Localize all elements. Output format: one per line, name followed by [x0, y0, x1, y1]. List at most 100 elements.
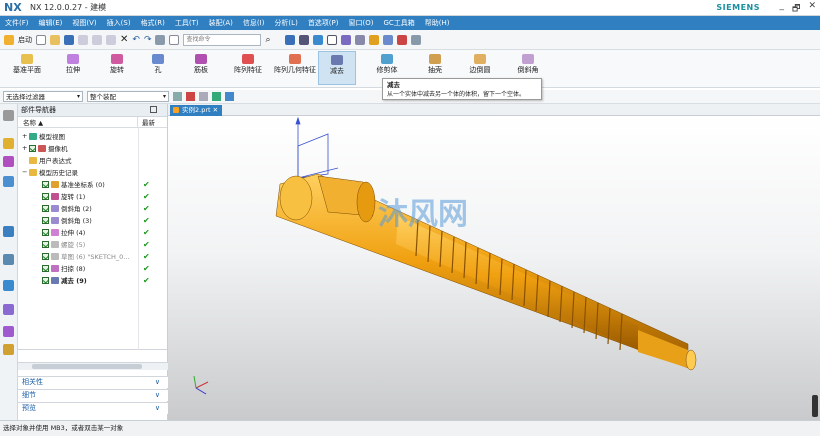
shaft-model: 沐风网 [193, 116, 697, 395]
process-studio-icon[interactable] [3, 326, 14, 337]
copy-icon[interactable] [92, 34, 102, 45]
cut-icon[interactable] [78, 34, 88, 45]
trim-body-button[interactable]: 修剪体 [370, 54, 404, 75]
roles-icon[interactable] [3, 344, 14, 355]
edge-blend-icon [474, 54, 486, 64]
viewport-side-handle[interactable] [812, 395, 818, 417]
menu-analysis[interactable]: 分析(L) [269, 18, 302, 28]
shaded-view-icon[interactable] [312, 34, 323, 45]
menu-preferences[interactable]: 首选项(P) [303, 18, 344, 28]
more-tools-icon[interactable] [410, 34, 421, 45]
dependencies-panel[interactable]: 相关性 [18, 376, 168, 388]
paste-icon[interactable] [106, 34, 116, 45]
menu-help[interactable]: 帮助(H) [420, 18, 455, 28]
status-bar: 选择对象并使用 MB3，或者双击某一对象 [0, 420, 820, 436]
navigator-header: 部件导航器 [18, 104, 167, 117]
start-icon[interactable] [4, 34, 14, 45]
navigator-tree: + 模型视图 + 摄像机 用户表达式 − 模型历史记录 基准坐标系 (0) ✔ 旋转 (… [18, 128, 167, 350]
constraint-navigator-icon[interactable] [3, 156, 14, 167]
render-style-icon[interactable] [298, 34, 309, 45]
menu-edit[interactable]: 编辑(E) [34, 18, 68, 28]
repeat-command-icon[interactable] [155, 34, 166, 45]
chamfer-button[interactable]: 倒斜角 [510, 54, 546, 75]
box-select-icon[interactable] [212, 92, 221, 101]
pattern-geometry-button[interactable]: 阵列几何特征 [274, 54, 316, 75]
tree-node-model-history[interactable]: − 模型历史记录 [22, 166, 170, 178]
system-materials-icon[interactable] [3, 304, 14, 315]
tree-node-user-expressions[interactable]: 用户表达式 [29, 154, 177, 166]
new-file-icon[interactable] [36, 34, 46, 45]
menu-file[interactable]: 文件(F) [0, 18, 34, 28]
tree-node-cameras[interactable]: + 摄像机 [22, 142, 170, 154]
tab-close-icon[interactable]: ✕ [213, 106, 218, 114]
column-latest-header[interactable]: 最新 [138, 117, 155, 127]
navigator-horizontal-scrollbar[interactable] [18, 362, 168, 370]
snap-point-icon[interactable] [186, 92, 195, 101]
start-button[interactable]: 启动 [18, 35, 32, 45]
menu-info[interactable]: 信息(I) [238, 18, 270, 28]
snap-icon[interactable] [382, 34, 393, 45]
save-icon[interactable] [64, 34, 74, 45]
menu-insert[interactable]: 插入(S) [102, 18, 136, 28]
search-icon[interactable]: ⌕ [265, 35, 270, 45]
subtract-button[interactable]: 减去 [318, 51, 356, 85]
extrude-button[interactable]: 拉伸 [60, 54, 86, 75]
selection-scope-dropdown[interactable]: 整个装配 [87, 91, 169, 102]
curve-rule-icon[interactable] [199, 92, 208, 101]
status-message: 选择对象并使用 MB3，或者双击某一对象 [3, 424, 124, 432]
measure-icon[interactable] [368, 34, 379, 45]
view-select-icon[interactable] [225, 92, 234, 101]
details-panel[interactable]: 细节 [18, 389, 168, 401]
command-search-input[interactable] [183, 33, 262, 46]
trim-body-icon [381, 54, 393, 64]
revolve-button[interactable]: 旋转 [104, 54, 130, 75]
close-button[interactable]: ✕ [808, 1, 816, 17]
pattern-geometry-icon [289, 54, 301, 64]
section-icon[interactable] [340, 34, 351, 45]
preview-panel[interactable]: 预览 [18, 402, 168, 414]
open-folder-icon[interactable] [50, 34, 60, 45]
minimize-button[interactable]: _ [780, 1, 785, 17]
tooltip-title: 减去 [387, 81, 400, 89]
reuse-library-icon[interactable] [3, 226, 14, 237]
nx-logo: NX [4, 1, 22, 14]
assembly-navigator-icon[interactable] [3, 138, 14, 149]
menu-tools[interactable]: 工具(T) [170, 18, 204, 28]
settings-icon[interactable] [3, 110, 14, 121]
web-browser-icon[interactable] [3, 254, 14, 265]
graphics-window[interactable]: 沐风网 [168, 116, 820, 420]
menu-gc-toolbox[interactable]: GC工具箱 [378, 18, 419, 28]
tab-part-file[interactable]: 实例2.prt ✕ [170, 105, 223, 116]
point-icon[interactable] [396, 34, 407, 45]
part-navigator-icon[interactable] [3, 176, 14, 187]
datum-plane-button[interactable]: 基准平面 [10, 54, 44, 75]
selection-filter-dropdown[interactable]: 无选择过滤器 [3, 91, 83, 102]
visible-checkbox[interactable] [29, 144, 36, 152]
frame-icon[interactable] [326, 34, 337, 45]
menu-assembly[interactable]: 装配(A) [204, 18, 238, 28]
rib-button[interactable]: 筋板 [188, 54, 214, 75]
undo-icon[interactable]: ↶ [132, 35, 140, 45]
edge-blend-button[interactable]: 边倒圆 [462, 54, 498, 75]
menu-format[interactable]: 格式(R) [136, 18, 170, 28]
shaft-body [275, 173, 697, 371]
hole-button[interactable]: 孔 [146, 54, 170, 75]
document-tab-bar: 实例2.prt ✕ [168, 104, 820, 116]
select-icon[interactable] [173, 92, 182, 101]
maximize-icon[interactable] [150, 106, 157, 113]
history-icon[interactable] [3, 280, 14, 291]
restore-button[interactable]: 🗗 [792, 1, 800, 17]
shell-button[interactable]: 抽壳 [420, 54, 450, 75]
scroll-thumb[interactable] [32, 364, 142, 369]
navigator-title: 部件导航器 [21, 106, 56, 114]
pattern-feature-button[interactable]: 阵列特征 [228, 54, 268, 75]
layer-icon[interactable] [284, 34, 295, 45]
orient-icon[interactable] [354, 34, 365, 45]
menu-window[interactable]: 窗口(O) [344, 18, 379, 28]
redo-icon[interactable]: ↷ [144, 35, 152, 45]
menu-view[interactable]: 视图(V) [67, 18, 101, 28]
delete-icon[interactable]: ✕ [120, 34, 128, 45]
window-icon[interactable] [169, 34, 180, 45]
tree-node-model-views[interactable]: + 模型视图 [22, 130, 170, 142]
column-name-header[interactable]: 名称 ▲ [18, 117, 138, 127]
